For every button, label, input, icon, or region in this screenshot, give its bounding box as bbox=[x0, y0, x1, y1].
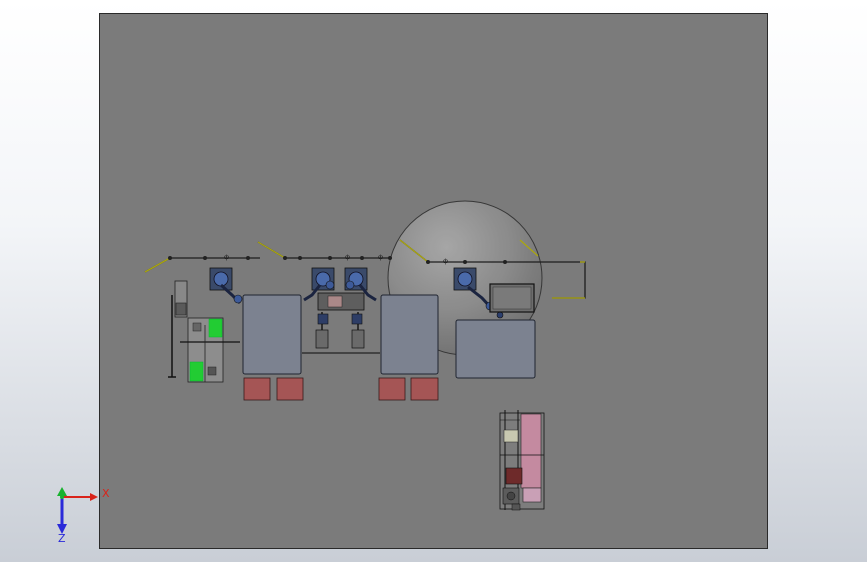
conveyor-tag: ф bbox=[443, 258, 448, 265]
work-table bbox=[455, 319, 536, 379]
conveyor-tag: ф bbox=[345, 254, 350, 261]
work-table bbox=[242, 294, 302, 375]
operator-monitor bbox=[489, 283, 535, 313]
side-machine bbox=[499, 410, 545, 511]
green-indicator bbox=[189, 361, 204, 382]
conveyor-tag: ф bbox=[224, 254, 229, 261]
conveyor-tag: ф bbox=[378, 254, 383, 261]
green-indicator bbox=[208, 318, 223, 338]
work-table bbox=[380, 294, 439, 375]
x-axis-label: X bbox=[102, 487, 110, 500]
z-axis-label: Z bbox=[58, 532, 66, 545]
model-viewport[interactable]: ф ф ф ф X Z bbox=[0, 0, 867, 562]
